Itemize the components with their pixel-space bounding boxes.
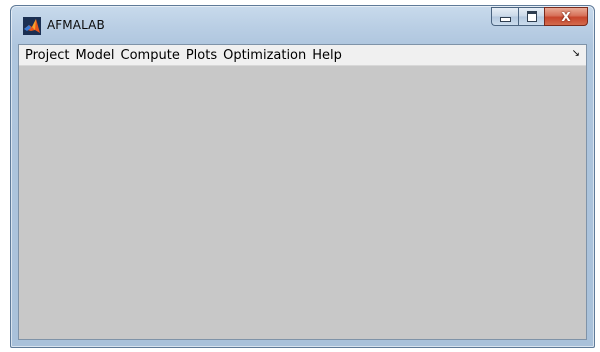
- minimize-button[interactable]: [491, 7, 518, 26]
- menu-model[interactable]: Model: [72, 45, 117, 66]
- title-bar[interactable]: AFMALAB X: [11, 6, 594, 44]
- matlab-logo-icon: [23, 17, 41, 35]
- menu-project[interactable]: Project: [22, 45, 72, 66]
- menu-plots[interactable]: Plots: [183, 45, 220, 66]
- window-title: AFMALAB: [47, 18, 105, 32]
- menu-optimization[interactable]: Optimization: [220, 45, 309, 66]
- app-window: AFMALAB X Project Model Compute Plots Op…: [10, 5, 595, 348]
- menu-overflow-arrow-icon[interactable]: ↘: [572, 48, 580, 59]
- maximize-icon: [526, 11, 537, 22]
- menu-compute[interactable]: Compute: [118, 45, 183, 66]
- close-button[interactable]: X: [544, 7, 588, 26]
- figure-canvas: [19, 66, 586, 339]
- maximize-button[interactable]: [518, 7, 544, 26]
- close-icon: X: [561, 9, 571, 24]
- minimize-icon: [499, 17, 511, 22]
- menu-bar: Project Model Compute Plots Optimization…: [19, 45, 586, 66]
- menu-help[interactable]: Help: [309, 45, 345, 66]
- caption-buttons: X: [491, 7, 588, 26]
- client-area: Project Model Compute Plots Optimization…: [18, 44, 587, 340]
